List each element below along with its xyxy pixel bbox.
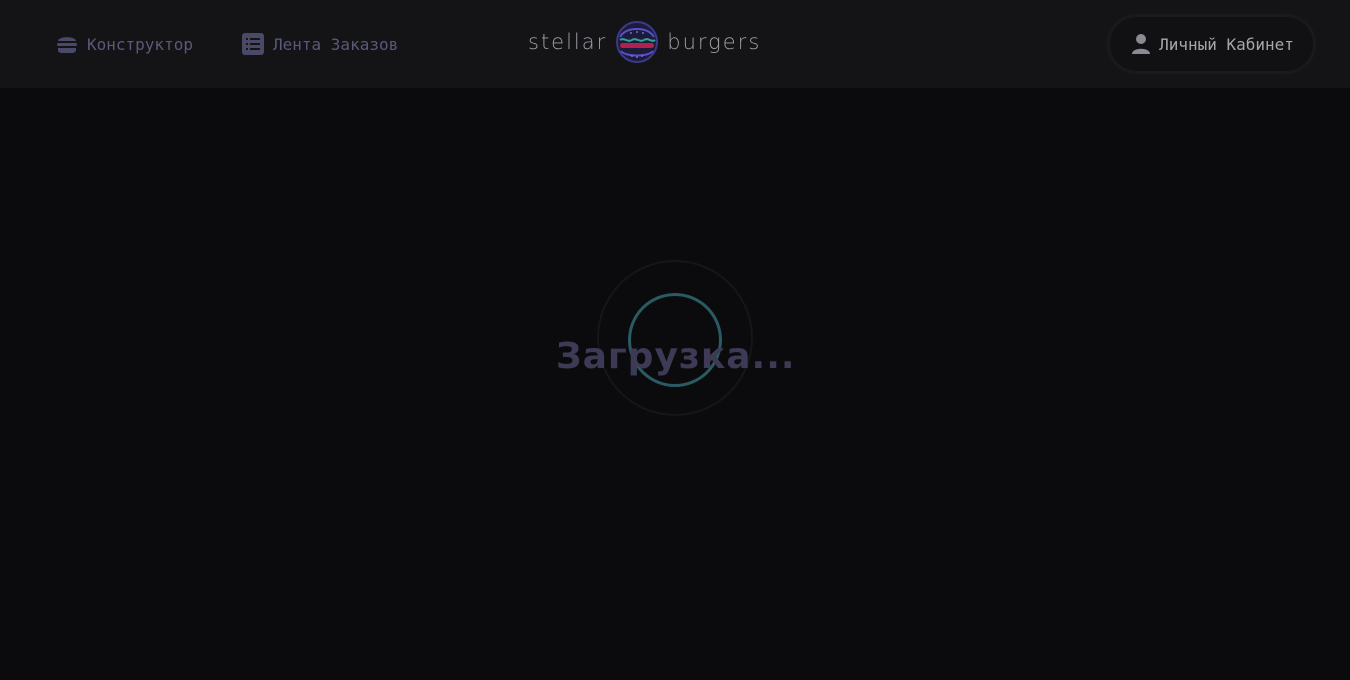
profile-button-label: Личный Кабинет <box>1159 34 1294 54</box>
list-icon <box>241 32 265 56</box>
app-header: Конструктор Лента Заказов stellar burger… <box>0 0 1350 88</box>
logo-right-word: burgers <box>667 30 762 54</box>
loading-text: Загрузка... <box>556 336 796 377</box>
user-icon <box>1129 32 1153 56</box>
logo-left-word: stellar <box>528 30 608 54</box>
nav-order-feed[interactable]: Лента Заказов <box>241 32 398 56</box>
logo[interactable]: stellar burgers <box>528 18 820 66</box>
profile-button[interactable]: Личный Кабинет <box>1109 16 1314 72</box>
nav-order-feed-label: Лента Заказов <box>273 34 399 54</box>
burger-icon <box>55 32 79 56</box>
nav-constructor[interactable]: Конструктор <box>55 32 193 56</box>
burger-emblem-icon <box>615 20 659 64</box>
main-content: Загрузка... <box>0 88 1350 680</box>
nav-constructor-label: Конструктор <box>87 34 193 54</box>
